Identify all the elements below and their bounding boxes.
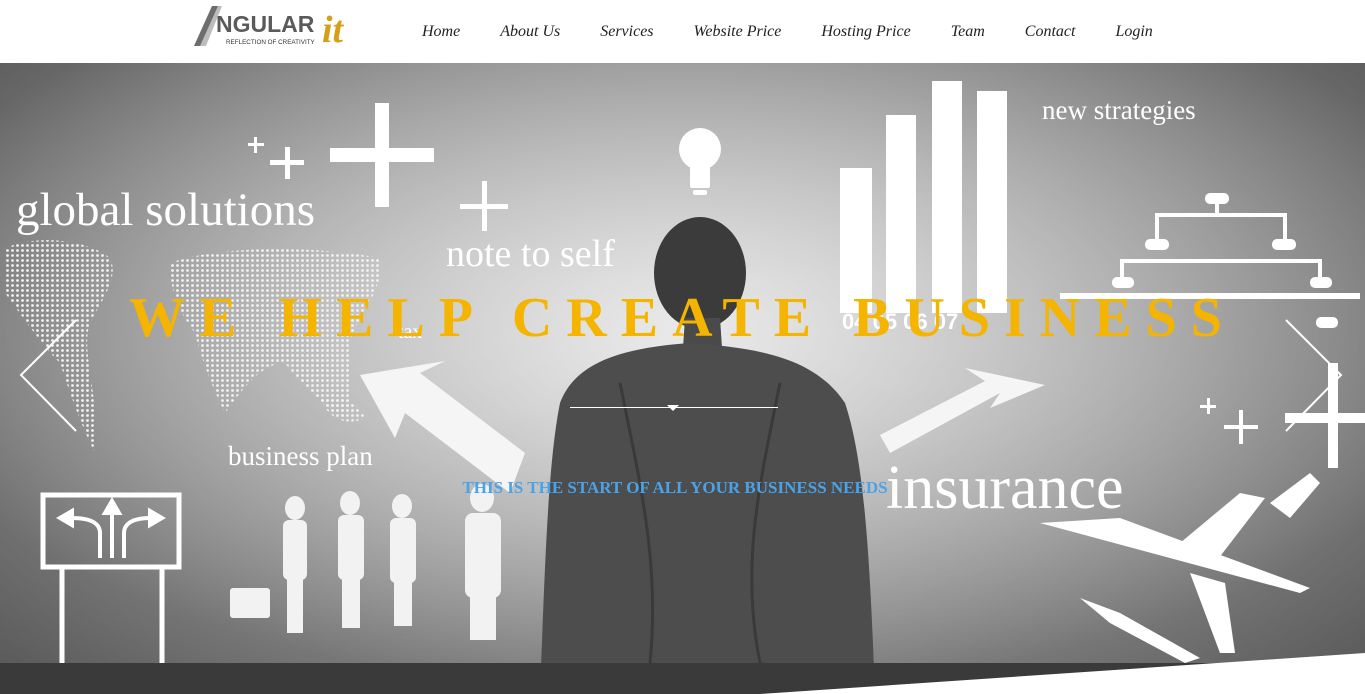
nav-login[interactable]: Login xyxy=(1095,0,1172,63)
hero-background-image: 04 05 06 07 global solutions note to sel… xyxy=(0,63,1365,694)
svg-text:NGULAR: NGULAR xyxy=(216,11,315,37)
svg-text:global solutions: global solutions xyxy=(16,184,315,236)
divider-marker xyxy=(667,405,679,411)
logo-graphic: NGULAR it REFLECTION OF CREATIVITY xyxy=(194,6,345,50)
slider-next-button[interactable] xyxy=(1284,318,1344,433)
hero-subheadline: THIS IS THE START OF ALL YOUR BUSINESS N… xyxy=(462,478,888,497)
nav-home[interactable]: Home xyxy=(402,0,480,63)
nav-team[interactable]: Team xyxy=(931,0,1005,63)
slider-prev-button[interactable] xyxy=(18,318,78,433)
hero-slider: 04 05 06 07 global solutions note to sel… xyxy=(0,63,1365,694)
nav-website-price[interactable]: Website Price xyxy=(674,0,802,63)
svg-text:business plan: business plan xyxy=(228,441,373,471)
svg-text:REFLECTION OF CREATIVITY: REFLECTION OF CREATIVITY xyxy=(226,39,316,46)
chevron-right-icon xyxy=(1285,319,1343,432)
nav-contact[interactable]: Contact xyxy=(1005,0,1096,63)
main-nav: Home About Us Services Website Price Hos… xyxy=(402,0,1173,63)
hero-headline: WE HELP CREATE BUSINESS xyxy=(129,287,1236,349)
nav-services[interactable]: Services xyxy=(580,0,673,63)
top-navbar: NGULAR it REFLECTION OF CREATIVITY Home … xyxy=(0,0,1365,63)
svg-text:note to self: note to self xyxy=(446,233,615,275)
svg-text:new strategies: new strategies xyxy=(1042,95,1196,125)
nav-hosting-price[interactable]: Hosting Price xyxy=(801,0,930,63)
site-logo[interactable]: NGULAR it REFLECTION OF CREATIVITY xyxy=(192,2,357,50)
nav-about-us[interactable]: About Us xyxy=(480,0,580,63)
svg-text:it: it xyxy=(322,9,345,50)
chevron-left-icon xyxy=(19,319,77,432)
